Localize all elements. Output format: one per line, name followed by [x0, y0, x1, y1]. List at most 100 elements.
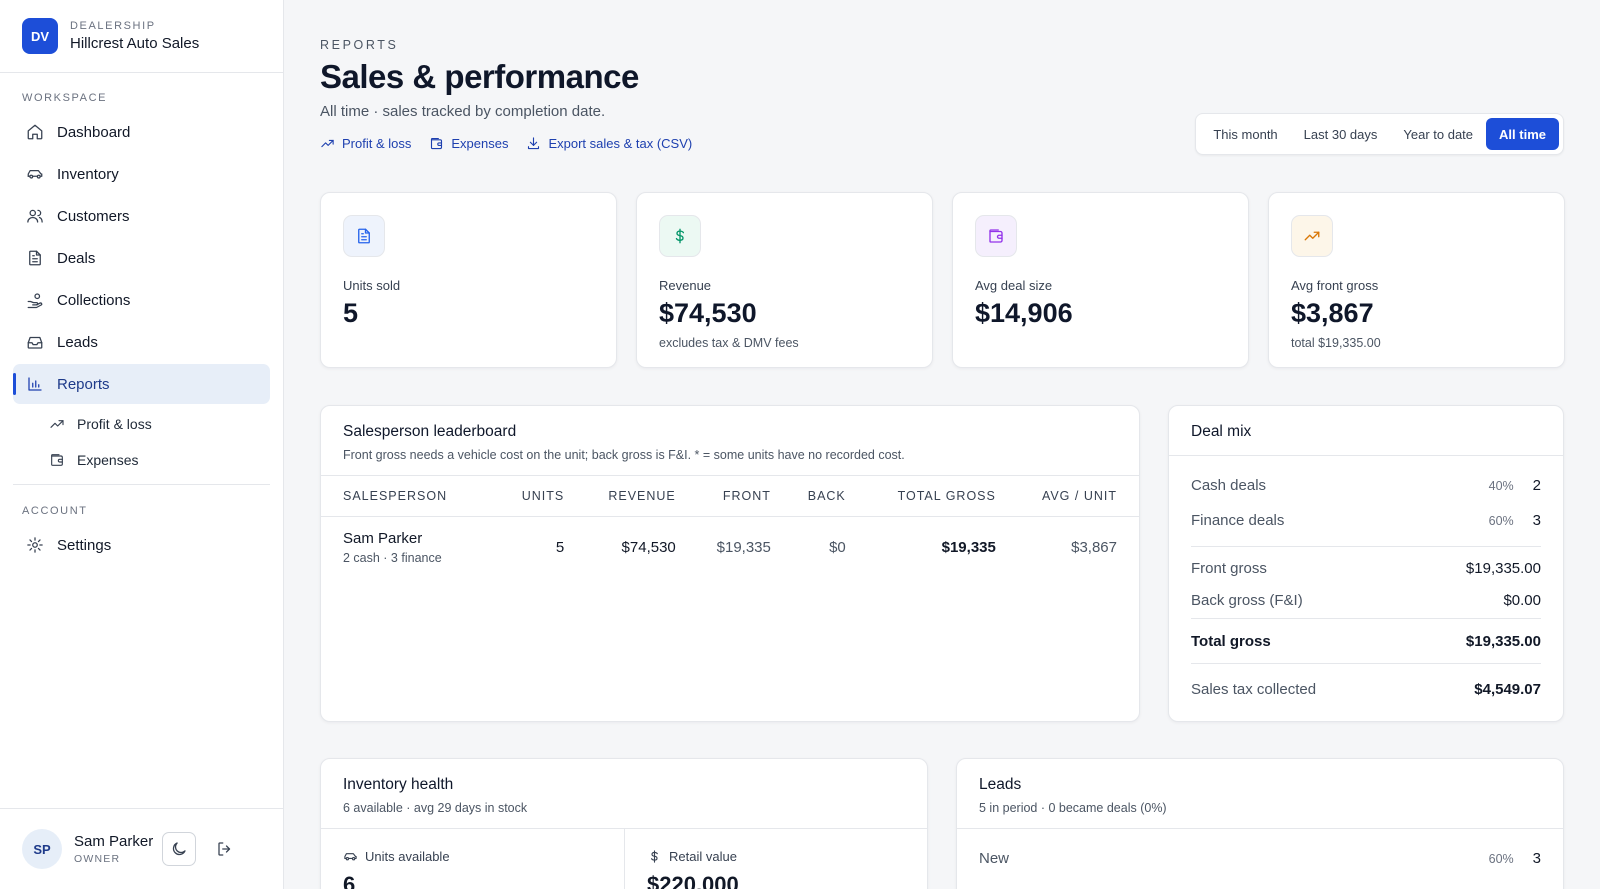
user-name: Sam Parker — [74, 833, 154, 850]
inventory-subtitle: 6 available · avg 29 days in stock — [343, 801, 528, 815]
brand-logo: DV — [22, 18, 58, 54]
kpi-note: excludes tax & DMV fees — [659, 336, 799, 350]
mix-percent: 60% — [1488, 851, 1514, 866]
mix-value: 2 — [1532, 477, 1541, 494]
expenses-link[interactable]: Expenses — [429, 136, 508, 151]
sidebar-item-label: Inventory — [57, 165, 119, 183]
moon-icon — [172, 842, 186, 856]
gear-icon — [27, 537, 43, 553]
mix-value: $0.00 — [1503, 591, 1541, 609]
period-last-30-days[interactable]: Last 30 days — [1291, 118, 1391, 150]
retail-value-stat: Retail value $220,000 — [625, 829, 927, 889]
report-links: Profit & loss Expenses Export sales & ta… — [320, 136, 692, 151]
kpi-label: Avg deal size — [975, 278, 1053, 293]
sidebar-item-leads[interactable]: Leads — [13, 322, 270, 362]
leads-card: Leads 5 in period · 0 became deals (0%) … — [956, 758, 1564, 889]
stat-label: Retail value — [669, 849, 737, 864]
sidebar-item-collections[interactable]: Collections — [13, 280, 270, 320]
kpi-value: $3,867 — [1291, 298, 1374, 328]
mix-label: Sales tax collected — [1191, 680, 1317, 698]
sidebar-item-label: Collections — [57, 291, 131, 309]
home-icon — [27, 124, 43, 140]
leaderboard-title: Salesperson leaderboard — [343, 423, 517, 440]
kpi-icon-box — [975, 215, 1017, 257]
avatar[interactable]: SP — [22, 829, 62, 869]
front-gross-row: Front gross $19,335.00 — [1169, 552, 1563, 584]
brand-kicker: DEALERSHIP — [70, 20, 156, 32]
mix-value: $4,549.07 — [1474, 680, 1541, 698]
period-this-month[interactable]: This month — [1200, 118, 1290, 150]
kpi-label: Avg front gross — [1291, 278, 1379, 293]
mix-label: Total gross — [1191, 632, 1271, 650]
page-title: Sales & performance — [320, 58, 639, 95]
sidebar-item-label: Customers — [57, 207, 130, 225]
sidebar-item-label: Dashboard — [57, 123, 131, 141]
trending-up-icon — [321, 139, 334, 148]
sidebar-subitem-label: Profit & loss — [77, 416, 152, 432]
users-icon — [27, 209, 43, 223]
brand-header[interactable]: DV DEALERSHIP Hillcrest Auto Sales — [0, 0, 283, 73]
sidebar-item-settings[interactable]: Settings — [13, 525, 270, 565]
sidebar-item-label: Settings — [57, 536, 112, 554]
sidebar-item-deals[interactable]: Deals — [13, 238, 270, 278]
front-cell: $19,335 — [716, 539, 771, 557]
kpi-note: total $19,335.00 — [1291, 336, 1381, 350]
sidebar-item-inventory[interactable]: Inventory — [13, 154, 270, 194]
column-header[interactable]: UNITS — [506, 476, 586, 517]
sidebar-item-customers[interactable]: Customers — [13, 196, 270, 236]
mix-label: Back gross (F&I) — [1191, 591, 1303, 609]
column-header[interactable]: FRONT — [698, 476, 793, 517]
kpi-label: Revenue — [659, 278, 712, 293]
profit-loss-link[interactable]: Profit & loss — [320, 136, 411, 151]
avg-unit-cell: $3,867 — [1071, 539, 1117, 557]
document-icon — [358, 228, 370, 244]
column-header[interactable]: AVG / UNIT — [1018, 476, 1139, 517]
sidebar: DV DEALERSHIP Hillcrest Auto Sales WORKS… — [0, 0, 284, 889]
sidebar-item-dashboard[interactable]: Dashboard — [13, 112, 270, 152]
column-header[interactable]: REVENUE — [586, 476, 698, 517]
total-gross-row: Total gross $19,335.00 — [1169, 619, 1563, 663]
document-icon — [29, 250, 41, 266]
period-all-time[interactable]: All time — [1486, 118, 1559, 150]
sidebar-subitem-expenses[interactable]: Expenses — [13, 442, 270, 478]
wallet-icon — [989, 229, 1003, 243]
leaderboard-table: SALESPERSON UNITS REVENUE FRONT BACK TOT… — [321, 475, 1139, 579]
export-csv-link[interactable]: Export sales & tax (CSV) — [526, 136, 692, 151]
mix-value: 3 — [1532, 850, 1541, 867]
kpi-card-avg-deal-size: Avg deal size $14,906 — [952, 192, 1249, 368]
kpi-card-revenue: Revenue $74,530 excludes tax & DMV fees — [636, 192, 933, 368]
stat-value: 6 — [343, 872, 356, 889]
column-header[interactable]: TOTAL GROSS — [868, 476, 1018, 517]
theme-toggle-button[interactable] — [162, 832, 196, 866]
sidebar-item-reports[interactable]: Reports — [13, 364, 270, 404]
mix-percent: 60% — [1488, 513, 1514, 528]
user-role: OWNER — [74, 853, 121, 865]
link-label: Export sales & tax (CSV) — [548, 136, 693, 151]
kpi-card-avg-front-gross: Avg front gross $3,867 total $19,335.00 — [1268, 192, 1565, 368]
mix-value: 3 — [1532, 512, 1541, 529]
stat-label: Units available — [365, 849, 450, 864]
sidebar-subitem-label: Expenses — [77, 452, 139, 468]
user-panel: SP Sam Parker OWNER — [0, 808, 283, 889]
mix-label: New — [979, 850, 1010, 867]
table-row[interactable]: Sam Parker 2 cash · 3 finance 5 $74,530 … — [321, 517, 1139, 579]
units-available-stat: Units available 6 — [321, 829, 625, 889]
period-year-to-date[interactable]: Year to date — [1390, 118, 1486, 150]
wallet-icon — [51, 454, 63, 466]
dollar-icon — [651, 850, 658, 863]
leaderboard-card: Salesperson leaderboard Front gross need… — [320, 405, 1140, 722]
account-section-label: ACCOUNT — [22, 505, 88, 517]
brand-name: Hillcrest Auto Sales — [70, 35, 200, 52]
leads-new-row: New 60% 3 — [957, 841, 1563, 876]
workspace-section-label: WORKSPACE — [22, 92, 108, 104]
column-header[interactable]: SALESPERSON — [321, 476, 506, 517]
sidebar-subitem-profit-loss[interactable]: Profit & loss — [13, 406, 270, 442]
total-gross-cell: $19,335 — [941, 539, 996, 557]
logout-button[interactable] — [216, 840, 234, 858]
download-icon — [528, 137, 540, 150]
salesperson-detail: 2 cash · 3 finance — [343, 551, 442, 566]
leads-subtitle: 5 in period · 0 became deals (0%) — [979, 801, 1167, 815]
inventory-health-card: Inventory health 6 available · avg 29 da… — [320, 758, 928, 889]
column-header[interactable]: BACK — [793, 476, 868, 517]
main-content: REPORTS Sales & performance All time · s… — [284, 0, 1600, 889]
